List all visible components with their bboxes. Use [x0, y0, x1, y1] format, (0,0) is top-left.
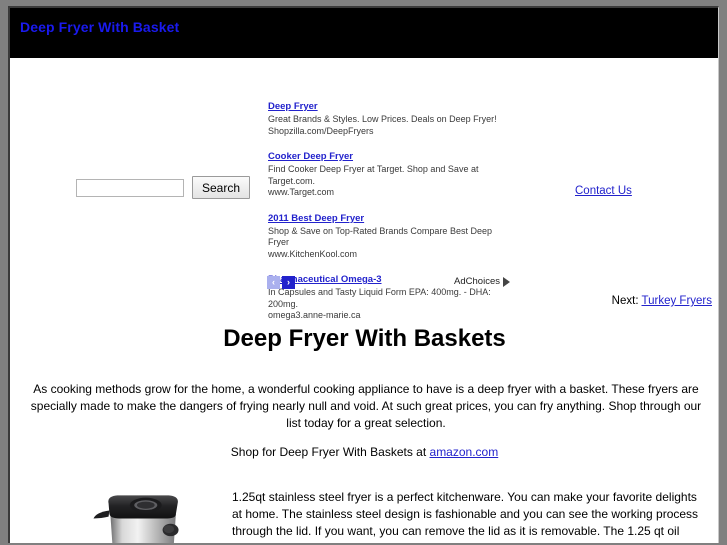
amazon-link[interactable]: amazon.com: [430, 445, 499, 459]
site-title: Deep Fryer With Basket: [20, 19, 180, 35]
search-input[interactable]: [76, 178, 184, 197]
ad-title-link[interactable]: Cooker Deep Fryer: [268, 151, 353, 162]
page-container: Deep Fryer With Basket Search Deep Fryer…: [8, 6, 719, 543]
ad-item: 2011 Best Deep Fryer Shop & Save on Top-…: [268, 208, 508, 261]
ad-item: Deep Fryer Great Brands & Styles. Low Pr…: [268, 96, 508, 137]
contact-us-link[interactable]: Contact Us: [575, 185, 632, 197]
ad-url: www.KitchenKool.com: [268, 248, 358, 259]
shop-line: Shop for Deep Fryer With Baskets at amaz…: [10, 445, 718, 459]
shop-prefix-text: Shop for Deep Fryer With Baskets at: [230, 445, 430, 459]
ad-url: omega3.anne-marie.ca: [268, 310, 361, 320]
intro-paragraph: As cooking methods grow for the home, a …: [30, 382, 702, 430]
search-button[interactable]: Search: [192, 176, 251, 199]
ad-pagination: ‹ ›: [267, 276, 295, 289]
ad-description: Shop & Save on Top-Rated Brands Compare …: [268, 225, 492, 248]
adchoices-button[interactable]: AdChoices: [454, 276, 510, 287]
ad-description: In Capsules and Tasty Liquid Form EPA: 4…: [268, 287, 491, 309]
ad-description: Great Brands & Styles. Low Prices. Deals…: [268, 114, 497, 124]
product-image: [87, 491, 201, 543]
page-title: Deep Fryer With Baskets: [223, 325, 506, 352]
product-description: 1.25qt stainless steel fryer is a perfec…: [232, 490, 707, 543]
ad-url: www.Target.com: [268, 187, 335, 197]
search-form: Search: [76, 176, 251, 199]
chevron-right-icon[interactable]: ›: [282, 276, 295, 289]
ad-block: Deep Fryer Great Brands & Styles. Low Pr…: [268, 96, 508, 331]
ad-item: Cooker Deep Fryer Find Cooker Deep Fryer…: [268, 146, 508, 199]
ad-footer: ‹ › AdChoices: [267, 276, 510, 290]
next-navigation: Next: Turkey Fryers: [612, 295, 712, 307]
ad-url: Shopzilla.com/DeepFryers: [268, 125, 374, 136]
site-header: Deep Fryer With Basket: [10, 8, 718, 58]
next-page-link[interactable]: Turkey Fryers: [642, 295, 713, 307]
ad-title-link[interactable]: 2011 Best Deep Fryer: [268, 213, 364, 224]
next-prefix: Next:: [611, 295, 642, 307]
adchoices-label: AdChoices: [454, 276, 500, 287]
ad-description: Find Cooker Deep Fryer at Target. Shop a…: [268, 164, 479, 186]
ad-title-link[interactable]: Deep Fryer: [268, 101, 318, 112]
chevron-left-icon[interactable]: ‹: [267, 276, 280, 289]
adchoices-triangle-icon: [503, 276, 510, 287]
